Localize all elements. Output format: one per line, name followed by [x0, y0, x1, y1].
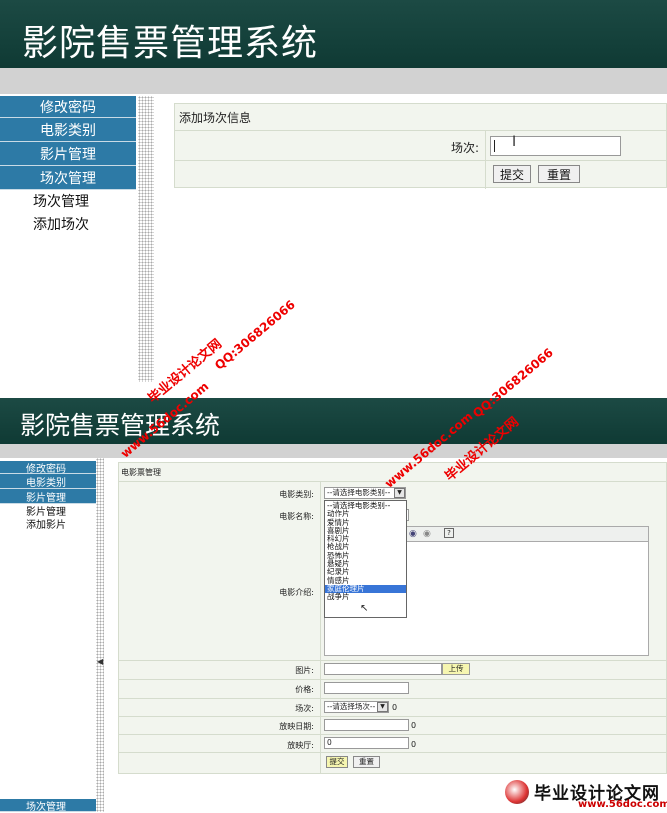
top-form: 添加场次信息 场次: I 提交 重置	[174, 103, 667, 189]
divider	[118, 734, 667, 735]
help-icon[interactable]: ?	[444, 528, 454, 538]
sidebar-item-session-management[interactable]: 场次管理	[0, 799, 96, 813]
sidebar-item-movie-category[interactable]: 电影类别	[0, 118, 136, 142]
sidebar-item-film-management[interactable]: 影片管理	[0, 489, 96, 504]
date-input[interactable]	[324, 719, 409, 731]
sidebar-item-movie-category[interactable]: 电影类别	[0, 474, 96, 489]
session-label: 场次:	[450, 141, 479, 155]
name-label: 电影名称:	[279, 512, 314, 521]
upload-button[interactable]: 上传	[442, 663, 470, 675]
collapse-arrow-icon[interactable]: ◀	[97, 657, 103, 666]
top-app-header: 影院售票管理系统	[0, 0, 667, 68]
intro-label: 电影介绍:	[279, 588, 314, 597]
category-dropdown-list[interactable]: --请选择电影类别-- 动作片 爱情片 喜剧片 科幻片 枪战片 恐怖片 悬疑片 …	[324, 500, 407, 618]
hall-label: 放映厅:	[287, 741, 314, 750]
dropdown-option[interactable]: 战争片	[325, 592, 406, 601]
top-sidebar-divider	[138, 96, 154, 382]
top-reset-button[interactable]: 重置	[538, 165, 580, 183]
watermark-qq: QQ:306826066	[212, 297, 298, 373]
sidebar-item-session-management[interactable]: 场次管理	[0, 166, 136, 190]
bottom-app-title: 影院售票管理系统	[20, 411, 221, 440]
price-label: 价格:	[295, 685, 314, 694]
divider	[485, 131, 486, 189]
session-input[interactable]	[490, 136, 621, 156]
image-icon[interactable]: ◉	[409, 529, 417, 539]
bottom-sidebar: 修改密码 电影类别 影片管理 影片管理 添加影片	[0, 461, 96, 531]
top-submit-button[interactable]: 提交	[493, 165, 531, 183]
chevron-down-icon[interactable]: ▼	[377, 702, 388, 712]
sidebar-item-change-password[interactable]: 修改密码	[0, 461, 96, 475]
i-beam-cursor-icon: I	[512, 134, 517, 150]
bottom-gray-bar	[0, 444, 667, 458]
subnav-add-film[interactable]: 添加影片	[0, 517, 96, 531]
image-path-input[interactable]	[324, 663, 442, 675]
subnav-session-management[interactable]: 场次管理	[0, 190, 136, 212]
divider	[175, 130, 667, 131]
divider	[118, 716, 667, 717]
bottom-form-title: 电影票管理	[121, 468, 161, 477]
mouse-pointer-icon: ↖	[360, 603, 369, 614]
divider	[175, 160, 667, 161]
bottom-submit-button[interactable]: 提交	[326, 756, 348, 768]
session-label: 场次:	[295, 704, 314, 713]
subnav-add-session[interactable]: 添加场次	[0, 212, 136, 236]
top-app-title: 影院售票管理系统	[22, 23, 319, 64]
divider	[320, 482, 321, 774]
session-zero: 0	[392, 703, 398, 712]
text-cursor	[494, 140, 495, 152]
hall-zero: 0	[411, 740, 417, 749]
price-input[interactable]	[324, 682, 409, 694]
hall-input[interactable]: 0	[324, 737, 409, 749]
top-form-title: 添加场次信息	[179, 111, 252, 125]
divider	[118, 660, 667, 661]
logo-site: www.56doc.com	[578, 799, 667, 810]
chevron-down-icon[interactable]: ▼	[394, 488, 405, 498]
bottom-reset-button[interactable]: 重置	[353, 756, 380, 768]
date-zero: 0	[411, 721, 417, 730]
divider	[118, 679, 667, 680]
date-label: 放映日期:	[279, 722, 314, 731]
logo-icon	[505, 780, 529, 804]
sidebar-item-change-password[interactable]: 修改密码	[0, 96, 136, 118]
category-label: 电影类别:	[279, 490, 314, 499]
flash-icon[interactable]: ◉	[423, 529, 431, 539]
divider	[118, 752, 667, 753]
sidebar-item-film-management[interactable]: 影片管理	[0, 142, 136, 166]
bottom-app-header: 影院售票管理系统	[0, 398, 667, 444]
top-gray-bar	[0, 68, 667, 94]
image-label: 图片:	[295, 666, 314, 675]
divider	[118, 698, 667, 699]
bottom-sidebar-divider	[96, 458, 104, 812]
top-sidebar: 修改密码 电影类别 影片管理 场次管理 场次管理 添加场次	[0, 96, 136, 236]
